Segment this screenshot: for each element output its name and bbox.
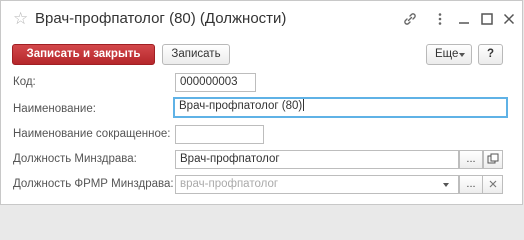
minimize-icon[interactable] — [455, 11, 473, 29]
short-name-row: Наименование сокращенное: — [1, 124, 522, 146]
dropdown-arrow-icon[interactable] — [443, 183, 449, 187]
more-icon[interactable] — [431, 11, 449, 29]
minzdrav-position-label: Должность Минздрава: — [13, 153, 137, 165]
more-menu-label: Еще — [435, 48, 459, 60]
text-cursor — [303, 99, 305, 111]
frmr-position-label: Должность ФРМР Минздрава: — [13, 178, 174, 190]
minzdrav-position-field[interactable]: Врач-профпатолог — [175, 150, 459, 169]
save-button[interactable]: Записать — [162, 44, 230, 65]
maximize-icon[interactable] — [478, 11, 496, 29]
frmr-position-placeholder: врач-профпатолог — [180, 178, 279, 190]
link-icon[interactable] — [401, 11, 419, 29]
form-window: ☆ Врач-профпатолог (80) (Должности) Запи… — [0, 0, 523, 205]
chevron-down-icon — [459, 53, 465, 57]
help-button[interactable]: ? — [478, 44, 503, 65]
name-row: Наименование: Врач-профпатолог (80) — [1, 97, 522, 119]
select-button[interactable]: ... — [459, 150, 483, 169]
name-field[interactable]: Врач-профпатолог (80) — [173, 97, 508, 118]
frmr-clear-icon[interactable] — [483, 175, 503, 194]
open-icon[interactable] — [483, 150, 503, 169]
command-bar: Записать и закрыть Записать Еще ? — [1, 44, 522, 68]
frmr-position-row: Должность ФРМР Минздрава: врач-профпатол… — [1, 174, 522, 196]
save-and-close-button[interactable]: Записать и закрыть — [12, 44, 155, 65]
more-menu-button[interactable]: Еще — [426, 44, 472, 65]
short-name-label: Наименование сокращенное: — [13, 128, 171, 140]
star-icon[interactable]: ☆ — [13, 10, 31, 28]
title-bar: ☆ Врач-профпатолог (80) (Должности) — [1, 1, 522, 41]
frmr-position-field[interactable]: врач-профпатолог — [175, 175, 459, 194]
name-field-text: Врач-профпатолог (80) — [179, 100, 303, 112]
minzdrav-position-row: Должность Минздрава: Врач-профпатолог ..… — [1, 149, 522, 171]
frmr-select-button[interactable]: ... — [459, 175, 483, 194]
code-label: Код: — [13, 76, 36, 88]
close-icon[interactable] — [500, 11, 518, 29]
code-row: Код: 000000003 — [1, 72, 522, 94]
page-title: Врач-профпатолог (80) (Должности) — [35, 10, 287, 27]
name-label: Наименование: — [13, 103, 96, 115]
short-name-field[interactable] — [175, 125, 264, 144]
code-field[interactable]: 000000003 — [175, 73, 256, 92]
